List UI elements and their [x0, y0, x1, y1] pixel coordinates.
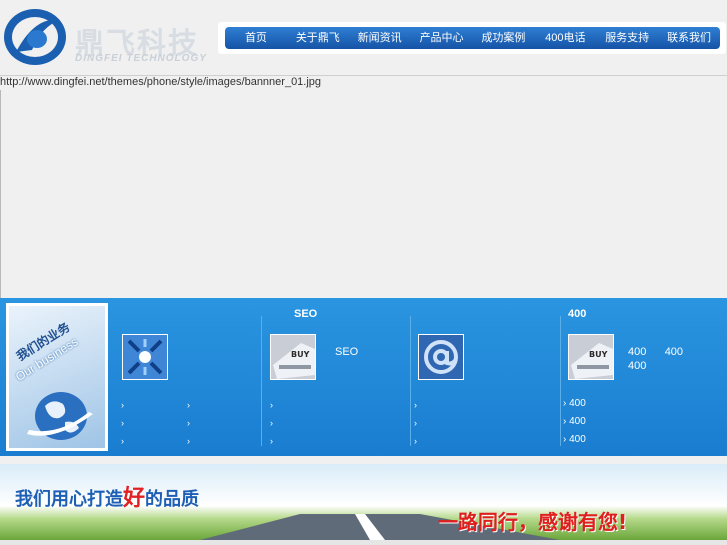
logo-subtitle: DINGFEI TECHNOLOGY [75, 53, 207, 64]
banner-frame-edge [0, 90, 1, 298]
nav-item-support[interactable]: 服务支持 [596, 27, 658, 49]
business-card: 我们的业务 Our business [6, 303, 108, 451]
nav-item-news[interactable]: 新闻资讯 [349, 27, 411, 49]
bullet-item[interactable]: › [414, 436, 417, 446]
buy-keyboard-icon: BUY [271, 335, 315, 379]
business-col-4: 400 BUY 400 400 400 › 400 › 400 › 400 [563, 298, 725, 456]
slogan-left: 我们用心打造好的品质 [15, 480, 199, 512]
bullet-item[interactable]: › [187, 400, 190, 410]
slogan-left-b: 的品质 [145, 489, 200, 510]
service-icon-2[interactable]: BUY [270, 334, 316, 380]
banner-image-broken: http://www.dingfei.net/themes/phone/styl… [0, 76, 727, 298]
bullet-item[interactable]: › [414, 400, 417, 410]
bullet-item[interactable]: › [121, 400, 124, 410]
business-col-1: › › › › › › [118, 298, 260, 456]
nav-bar: 首页 关于鼎飞 新闻资讯 产品中心 成功案例 400电话 服务支持 联系我们 [225, 27, 720, 49]
column-desc: 400 400 [628, 346, 684, 358]
bullet-item[interactable]: › [121, 436, 124, 446]
business-section: 我们的业务 Our business › › › › › › SEO BUY S… [0, 298, 727, 456]
buy-keyboard-icon: BUY [569, 335, 613, 379]
business-card-image: 我们的业务 Our business [9, 306, 105, 448]
main-nav: 首页 关于鼎飞 新闻资讯 产品中心 成功案例 400电话 服务支持 联系我们 [218, 22, 726, 54]
slogan-banner: 我们用心打造好的品质 一路同行，感谢有您! [0, 464, 727, 540]
globe-icon [27, 392, 93, 440]
column-divider [410, 316, 411, 446]
nav-item-about[interactable]: 关于鼎飞 [287, 27, 349, 49]
network-arrows-icon [123, 335, 167, 379]
column-desc: 400 [628, 360, 647, 372]
svg-text:BUY: BUY [291, 350, 310, 359]
svg-text:BUY: BUY [589, 350, 608, 359]
bullet-item[interactable]: › 400 [563, 416, 586, 427]
column-title: 400 [568, 308, 587, 320]
nav-item-400-phone[interactable]: 400电话 [534, 27, 596, 49]
bullet-item[interactable]: › [187, 436, 190, 446]
business-col-2: SEO BUY SEO › › › [266, 298, 408, 456]
nav-item-contact[interactable]: 联系我们 [658, 27, 720, 49]
bullet-item[interactable]: › [121, 418, 124, 428]
bullet-item[interactable]: › [270, 418, 273, 428]
banner-alt-text: http://www.dingfei.net/themes/phone/styl… [0, 76, 322, 88]
bullet-item[interactable]: › 400 [563, 398, 586, 409]
bullet-item[interactable]: › [414, 418, 417, 428]
email-at-icon [419, 335, 463, 379]
slogan-left-a: 我们用心打造 [15, 489, 123, 510]
header: 鼎飞科技 DINGFEI TECHNOLOGY 首页 关于鼎飞 新闻资讯 产品中… [0, 0, 727, 75]
column-title: SEO [294, 308, 318, 320]
nav-item-home[interactable]: 首页 [225, 27, 287, 49]
bullet-item[interactable]: › 400 [563, 434, 586, 445]
nav-item-products[interactable]: 产品中心 [411, 27, 473, 49]
slogan-good: 好 [123, 486, 146, 511]
logo-mark-icon [4, 9, 66, 65]
column-desc: SEO [335, 346, 359, 358]
slogan-right: 一路同行，感谢有您! [438, 510, 628, 534]
footer-strip [0, 540, 727, 545]
service-icon-3[interactable] [418, 334, 464, 380]
logo[interactable]: 鼎飞科技 DINGFEI TECHNOLOGY [2, 6, 212, 68]
service-icon-4[interactable]: BUY [568, 334, 614, 380]
nav-item-cases[interactable]: 成功案例 [473, 27, 535, 49]
bullet-item[interactable]: › [270, 436, 273, 446]
bullet-item[interactable]: › [187, 418, 190, 428]
service-icon-1[interactable] [122, 334, 168, 380]
bullet-item[interactable]: › [270, 400, 273, 410]
column-divider [261, 316, 262, 446]
business-col-3: › › › [414, 298, 556, 456]
column-divider [560, 316, 561, 446]
